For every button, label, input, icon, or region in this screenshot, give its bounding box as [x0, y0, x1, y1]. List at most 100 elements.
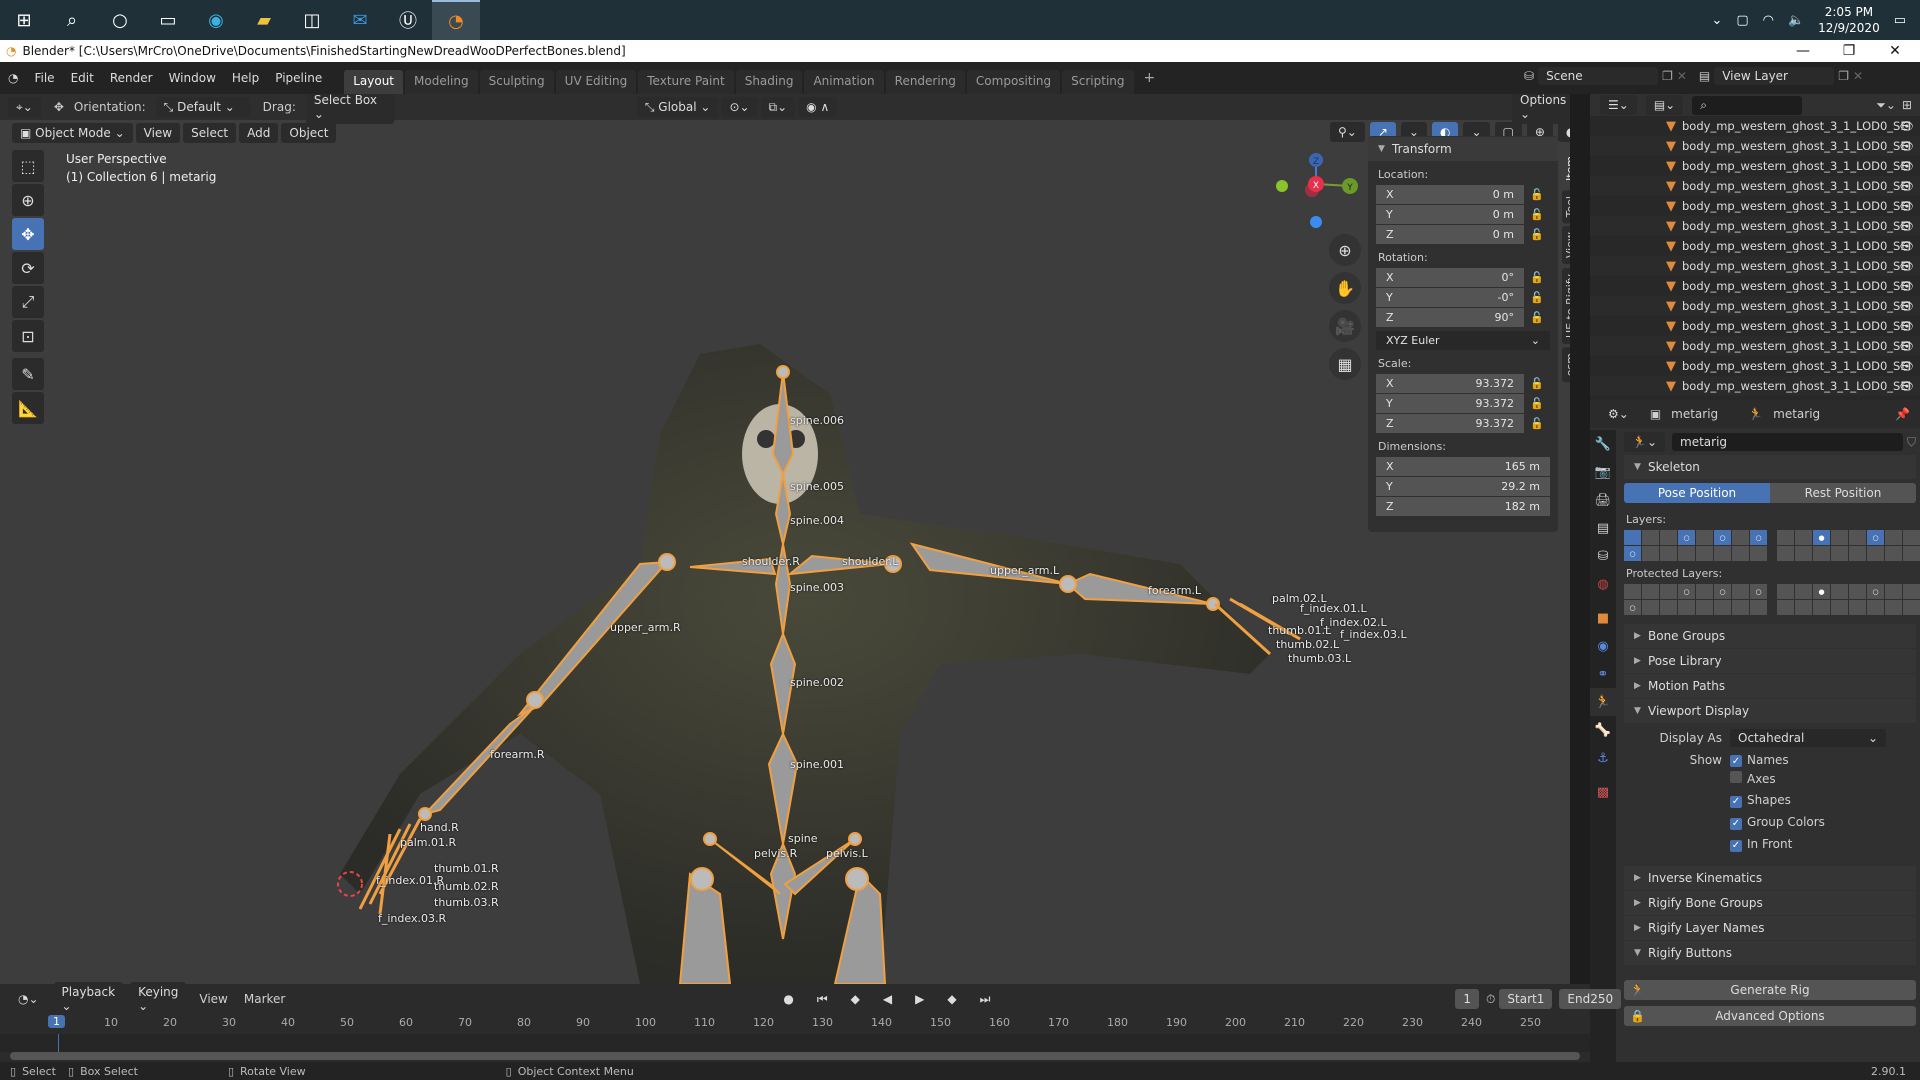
tab-sculpting[interactable]: Sculpting — [479, 70, 554, 94]
scene-icon[interactable]: ⛁ — [1524, 69, 1534, 83]
physics-tab-icon[interactable]: ◉ — [1590, 632, 1616, 660]
tab-scripting[interactable]: Scripting — [1062, 70, 1134, 94]
cortana-icon[interactable]: ○ — [96, 0, 144, 40]
eye-icon[interactable]: 👁 — [1899, 199, 1914, 213]
3d-viewport[interactable]: ⌖⌄ ✥ Orientation: ⤡ Default ⌄ Drag: Sele… — [0, 94, 1570, 984]
next-keyframe-button[interactable]: ◆ — [939, 989, 965, 1009]
ortho-grid-icon[interactable]: ▦ — [1329, 348, 1361, 380]
rotation-y-field[interactable]: Y -0° — [1376, 288, 1524, 307]
task-view-icon[interactable]: ▭ — [144, 0, 192, 40]
display-mode-icon[interactable]: ☰⌄ — [1600, 95, 1637, 115]
rotation-z-field[interactable]: Z 90° — [1376, 308, 1524, 327]
transform-panel-header[interactable]: ▼ Transform — [1368, 137, 1558, 161]
dimensions-z-field[interactable]: Z 182 m — [1376, 497, 1550, 516]
outliner-row[interactable]: ▼ body_mp_western_ghost_3_1_LOD0_SEI 👁 — [1590, 356, 1920, 376]
outliner-row[interactable]: ▼ body_mp_western_ghost_3_1_LOD0_SEI 👁 — [1590, 276, 1920, 296]
outliner-row[interactable]: ▼ body_mp_western_ghost_3_1_LOD0_SEI 👁 — [1590, 316, 1920, 336]
outliner-row[interactable]: ▼ body_mp_western_ghost_3_1_LOD0_SEI 👁 — [1590, 336, 1920, 356]
scale-y-field[interactable]: Y 93.372 — [1376, 394, 1524, 413]
play-reverse-button[interactable]: ◀ — [874, 989, 901, 1009]
outliner-row[interactable]: ▼ body_mp_western_ghost_3_1_LOD0_SEI 👁 — [1590, 116, 1920, 136]
rigify-buttons-panel-header[interactable]: ▼ Rigify Buttons — [1624, 941, 1916, 965]
eye-icon[interactable]: 👁 — [1899, 139, 1914, 153]
timeline-view-menu[interactable]: View — [193, 992, 233, 1006]
prev-keyframe-button[interactable]: ◆ — [842, 989, 868, 1009]
eye-icon[interactable]: 👁 — [1899, 179, 1914, 193]
tab-compositing[interactable]: Compositing — [966, 70, 1061, 94]
edge-icon[interactable]: ◉ — [192, 0, 240, 40]
lock-icon[interactable]: 🔓 — [1524, 417, 1550, 430]
view-layer-field[interactable]: View Layer — [1714, 67, 1835, 85]
motion-paths-panel-header[interactable]: ▶ Motion Paths — [1624, 674, 1916, 698]
skeleton-panel-header[interactable]: ▼ Skeleton — [1624, 455, 1916, 479]
tab-rendering[interactable]: Rendering — [885, 70, 965, 94]
menu-help[interactable]: Help — [224, 71, 267, 85]
tab-osm[interactable]: osm — [1562, 346, 1570, 382]
menu-window[interactable]: Window — [161, 71, 224, 85]
eye-icon[interactable]: 👁 — [1899, 379, 1914, 393]
texture-tab-icon[interactable]: ▩ — [1590, 778, 1616, 806]
record-button[interactable]: ● — [775, 989, 802, 1009]
playback-menu[interactable]: Playback ⌄ — [53, 982, 124, 1016]
rigify-layer-names-panel-header[interactable]: ▶ Rigify Layer Names — [1624, 916, 1916, 940]
camera-view-icon[interactable]: 🎥 — [1329, 310, 1361, 342]
pin-icon[interactable]: 📌 — [1895, 407, 1910, 421]
lock-icon[interactable]: 🔓 — [1524, 271, 1550, 284]
show-names-checkbox[interactable]: ✓ Names — [1730, 753, 1789, 768]
viewport-display-panel-header[interactable]: ▼ Viewport Display — [1624, 699, 1916, 723]
notifications-icon[interactable]: ▭ — [1894, 13, 1906, 28]
generate-rig-button[interactable]: 🏃 Generate Rig — [1624, 980, 1916, 1000]
show-group-colors-checkbox[interactable]: ✓ Group Colors — [1730, 815, 1825, 830]
inverse-kinematics-panel-header[interactable]: ▶ Inverse Kinematics — [1624, 866, 1916, 890]
timeline-marker-menu[interactable]: Marker — [238, 992, 291, 1006]
location-z-field[interactable]: Z0 m — [1376, 225, 1524, 244]
jump-start-button[interactable]: ⏮ — [808, 988, 836, 1010]
eye-icon[interactable]: 👁 — [1899, 219, 1914, 233]
new-collection-icon[interactable]: ⊞ — [1902, 98, 1912, 112]
new-view-layer-icon[interactable]: ❐ — [1838, 69, 1849, 83]
play-button[interactable]: ▶ — [907, 989, 933, 1009]
stopwatch-icon[interactable]: ⏱ — [1486, 992, 1495, 1007]
timeline-ruler[interactable]: 1 10 20 30 40 50 60 70 80 90 100 110 120 130 140 150 16… — [0, 1014, 1590, 1034]
pan-hand-icon[interactable]: ✋ — [1329, 272, 1361, 304]
outliner-row[interactable]: ▼ body_mp_western_ghost_3_1_LOD0_SEI 👁 — [1590, 136, 1920, 156]
scene-tab-icon[interactable]: ⛁ — [1590, 542, 1616, 570]
clock[interactable]: 2:05 PM 12/9/2020 — [1818, 4, 1880, 36]
start-frame-field[interactable]: Start 1 — [1499, 989, 1553, 1009]
display-as-dropdown[interactable]: Octahedral ⌄ — [1730, 729, 1886, 747]
output-tab-icon[interactable]: 🖨 — [1590, 486, 1616, 514]
tab-view[interactable]: View — [1562, 226, 1570, 265]
tab-modeling[interactable]: Modeling — [405, 70, 478, 94]
eye-icon[interactable]: 👁 — [1899, 359, 1914, 373]
scale-x-field[interactable]: X 93.372 — [1376, 374, 1524, 393]
show-in-front-checkbox[interactable]: ✓ In Front — [1730, 837, 1792, 852]
remove-scene-icon[interactable]: ✕ — [1677, 69, 1687, 83]
outliner-row[interactable]: ▼ body_mp_western_ghost_3_1_LOD0_SEI 👁 — [1590, 196, 1920, 216]
maximize-button[interactable]: ❐ — [1826, 40, 1872, 62]
lock-icon[interactable]: 🔓 — [1524, 208, 1550, 221]
bone-constraints-tab-icon[interactable]: ⚓ — [1590, 744, 1616, 772]
eye-icon[interactable]: 👁 — [1899, 339, 1914, 353]
tab-layout[interactable]: Layout — [344, 70, 404, 94]
filter-icon[interactable]: ⏷⌄ — [1876, 98, 1896, 113]
rigify-bone-groups-panel-header[interactable]: ▶ Rigify Bone Groups — [1624, 891, 1916, 915]
lock-icon[interactable]: 🔓 — [1524, 228, 1550, 241]
timeline-scrollbar[interactable] — [10, 1052, 1580, 1060]
scene-field[interactable]: Scene — [1538, 67, 1659, 85]
rotation-x-field[interactable]: X 0° — [1376, 268, 1524, 287]
world-tab-icon[interactable]: ◍ — [1590, 570, 1616, 598]
unreal-engine-icon[interactable]: Ⓤ — [384, 0, 432, 40]
tool-tab-icon[interactable]: 🔧 — [1590, 430, 1616, 458]
armature-layers[interactable]: ○ ○ ○ ○ ● ○ — [1624, 530, 1920, 561]
menu-render[interactable]: Render — [102, 71, 161, 85]
location-y-field[interactable]: Y0 m — [1376, 205, 1524, 224]
menu-pipeline[interactable]: Pipeline — [267, 71, 330, 85]
editor-type-clock-icon[interactable]: ◔⌄ — [10, 989, 47, 1009]
dimensions-y-field[interactable]: Y 29.2 m — [1376, 477, 1550, 496]
dimensions-x-field[interactable]: X 165 m — [1376, 457, 1550, 476]
show-axes-checkbox[interactable]: Axes — [1730, 771, 1776, 786]
armature-data-field[interactable]: metarig — [1672, 433, 1903, 451]
eye-icon[interactable]: 👁 — [1899, 299, 1914, 313]
lock-icon[interactable]: 🔓 — [1524, 291, 1550, 304]
outliner-row[interactable]: ▼ body_mp_western_ghost_3_1_LOD0_SEI 👁 — [1590, 216, 1920, 236]
